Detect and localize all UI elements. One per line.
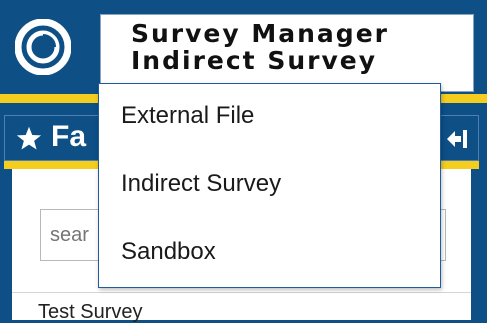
menu-item-external-file[interactable]: External File <box>99 84 440 150</box>
favorites-title: Fa <box>51 120 87 153</box>
top-header: Survey Manager Indirect Survey <box>0 0 487 94</box>
favorites-divider <box>12 292 471 293</box>
survey-selector[interactable]: Survey Manager Indirect Survey <box>100 14 474 92</box>
menu-item-sandbox[interactable]: Sandbox <box>99 220 440 286</box>
collapse-left-icon[interactable] <box>446 129 468 149</box>
menu-item-label: Indirect Survey <box>121 170 282 197</box>
app-title: Survey Manager <box>131 19 389 48</box>
current-survey-label: Indirect Survey <box>131 46 378 75</box>
menu-item-label: External File <box>121 102 255 129</box>
menu-item-indirect-survey[interactable]: Indirect Survey <box>99 152 440 218</box>
swirl-logo-icon <box>14 18 72 76</box>
favorite-item[interactable]: Test Survey <box>38 302 142 322</box>
survey-dropdown-menu: External File Indirect Survey Sandbox <box>98 83 441 288</box>
star-icon <box>15 125 43 153</box>
menu-item-label: Sandbox <box>121 238 216 265</box>
